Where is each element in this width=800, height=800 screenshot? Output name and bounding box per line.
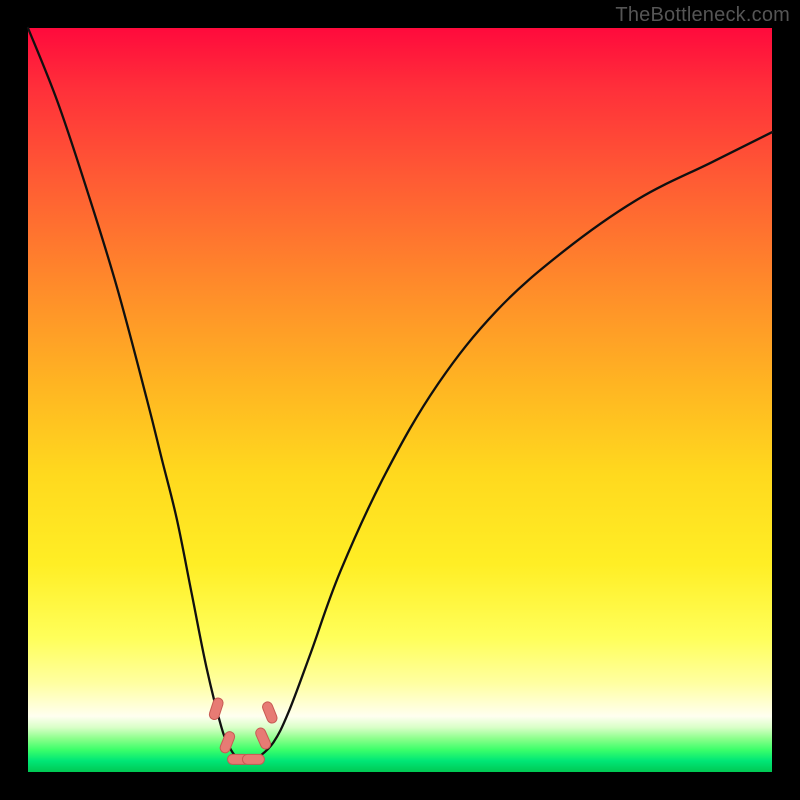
watermark-text: TheBottleneck.com [615,4,790,27]
plot-area [28,28,772,772]
curve-marker [242,754,264,764]
curve-marker [261,700,279,724]
curve-svg [28,28,772,772]
chart-frame: TheBottleneck.com [0,0,800,800]
curve-marker [254,726,272,750]
curve-marker [219,730,237,754]
bottleneck-curve-path [28,28,772,761]
curve-marker [208,697,224,721]
marker-group [208,697,278,765]
